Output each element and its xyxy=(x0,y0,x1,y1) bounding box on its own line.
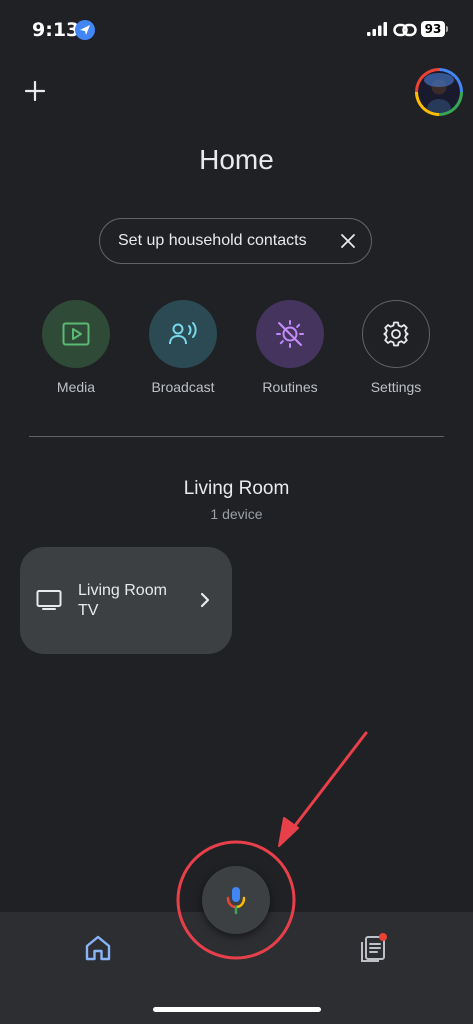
broadcast-icon xyxy=(169,322,197,345)
settings-circle xyxy=(362,300,430,368)
routines-circle xyxy=(256,300,324,368)
tv-icon xyxy=(36,590,62,610)
action-routines-label: Routines xyxy=(262,379,318,395)
device-card-living-room-tv[interactable]: Living Room TV xyxy=(20,547,232,654)
avatar-photo xyxy=(418,71,460,113)
account-avatar[interactable] xyxy=(415,68,463,116)
cellular-signal-icon xyxy=(367,22,387,36)
plus-icon xyxy=(25,81,45,101)
device-name: Living Room TV xyxy=(78,582,167,619)
divider xyxy=(29,436,444,437)
action-media[interactable]: Media xyxy=(26,300,126,395)
room-title: Living Room xyxy=(183,478,290,499)
home-icon[interactable] xyxy=(84,934,112,962)
battery-indicator: 93 xyxy=(421,21,445,37)
action-settings-label: Settings xyxy=(370,379,422,395)
microphone-icon xyxy=(226,887,246,915)
status-bar: 9:13 93 xyxy=(0,0,473,60)
gear-icon xyxy=(383,321,409,347)
broadcast-circle xyxy=(149,300,217,368)
sun-off-icon xyxy=(276,320,304,348)
action-routines[interactable]: Routines xyxy=(240,300,340,395)
action-broadcast-label: Broadcast xyxy=(151,379,215,395)
location-icon xyxy=(75,20,95,40)
play-icon xyxy=(62,322,90,346)
home-indicator[interactable] xyxy=(153,1007,321,1012)
close-icon[interactable] xyxy=(340,233,356,249)
notification-badge xyxy=(379,933,387,941)
chevron-right-icon xyxy=(200,592,210,608)
action-media-label: Media xyxy=(56,379,96,395)
feed-button[interactable] xyxy=(358,933,390,965)
link-icon xyxy=(393,23,417,37)
annotation-arrowhead xyxy=(278,817,299,847)
battery-cap xyxy=(446,26,448,32)
action-settings[interactable]: Settings xyxy=(346,300,446,395)
annotation-arrow xyxy=(282,731,368,842)
action-broadcast[interactable]: Broadcast xyxy=(133,300,233,395)
add-button[interactable] xyxy=(18,74,52,108)
status-time: 9:13 xyxy=(32,19,80,41)
household-contacts-chip[interactable]: Set up household contacts xyxy=(99,218,372,264)
assistant-mic-button[interactable] xyxy=(202,866,270,934)
chip-label: Set up household contacts xyxy=(118,232,307,249)
page-title: Home xyxy=(199,144,274,175)
media-circle xyxy=(42,300,110,368)
room-device-count: 1 device xyxy=(210,506,263,522)
